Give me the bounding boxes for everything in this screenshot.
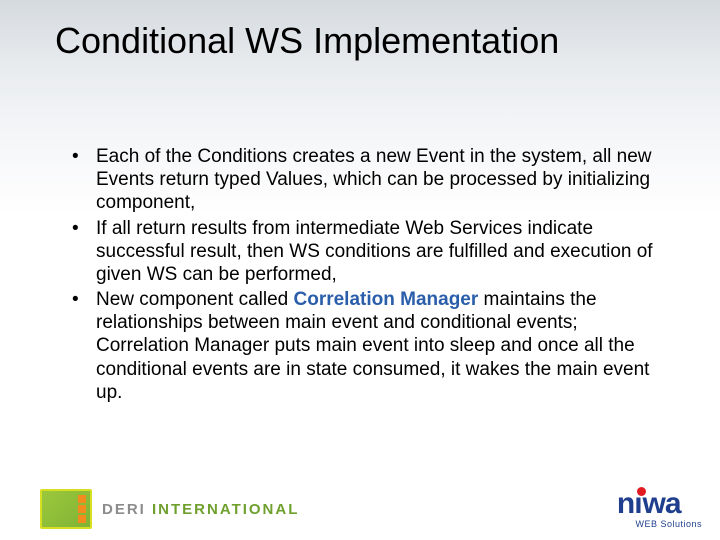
niwa-n: n xyxy=(617,489,634,519)
deri-text-part2: INTERNATIONAL xyxy=(146,501,300,518)
list-item: If all return results from intermediate … xyxy=(68,217,660,287)
bullet-highlight: Correlation Manager xyxy=(294,289,479,310)
footer-left: DERI INTERNATIONAL xyxy=(40,489,299,529)
niwa-i: ı xyxy=(634,489,642,519)
niwa-subtitle: WEB Solutions xyxy=(635,520,702,529)
footer-right: nıwa WEB Solutions xyxy=(595,489,702,529)
bullet-text: If all return results from intermediate … xyxy=(96,218,653,285)
bullet-list: Each of the Conditions creates a new Eve… xyxy=(68,145,660,404)
footer: DERI INTERNATIONAL nıwa WEB Solutions xyxy=(0,484,720,540)
bullet-text: Each of the Conditions creates a new Eve… xyxy=(96,146,652,213)
niwa-logo-icon: nıwa xyxy=(617,489,681,519)
niwa-wa: wa xyxy=(643,489,681,519)
slide: Conditional WS Implementation Each of th… xyxy=(0,0,720,540)
list-item: New component called Correlation Manager… xyxy=(68,288,660,404)
deri-text-part1: DERI xyxy=(102,501,146,518)
slide-body: Each of the Conditions creates a new Eve… xyxy=(68,145,660,406)
list-item: Each of the Conditions creates a new Eve… xyxy=(68,145,660,215)
deri-logo-text: DERI INTERNATIONAL xyxy=(102,501,299,518)
slide-title: Conditional WS Implementation xyxy=(55,20,690,62)
bullet-text: New component called xyxy=(96,289,294,310)
deri-logo-icon xyxy=(40,489,92,529)
